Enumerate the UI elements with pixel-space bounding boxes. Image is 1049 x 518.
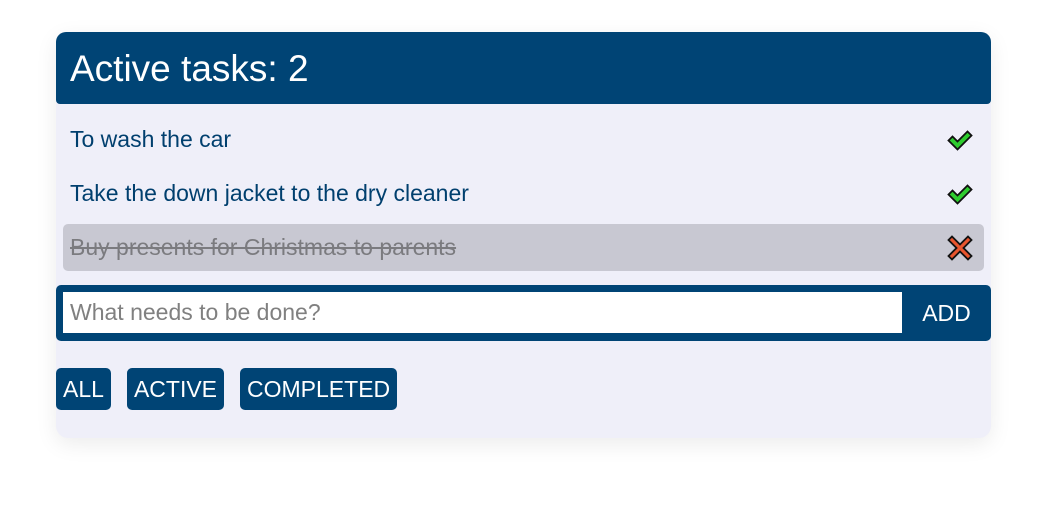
todo-card: Active tasks: 2 To wash the car Take the… — [56, 32, 991, 438]
filter-all-button[interactable]: ALL — [56, 368, 111, 410]
add-task-form: ADD — [56, 285, 991, 341]
task-text: To wash the car — [70, 126, 232, 152]
task-text: Buy presents for Christmas to parents — [70, 234, 457, 260]
header: Active tasks: 2 — [56, 32, 991, 104]
filter-active-button[interactable]: ACTIVE — [126, 368, 225, 410]
new-task-input[interactable] — [63, 292, 902, 333]
add-button[interactable]: ADD — [902, 285, 991, 341]
check-icon[interactable] — [946, 126, 974, 154]
filter-bar: ALL ACTIVE COMPLETED — [56, 368, 398, 410]
task-item-completed: Buy presents for Christmas to parents — [63, 224, 984, 271]
task-text: Take the down jacket to the dry cleaner — [70, 180, 469, 206]
filter-completed-button[interactable]: COMPLETED — [240, 368, 398, 410]
page-title: Active tasks: 2 — [70, 47, 309, 89]
cross-icon[interactable] — [946, 234, 974, 262]
check-icon[interactable] — [946, 180, 974, 208]
task-item: Take the down jacket to the dry cleaner — [63, 170, 984, 217]
task-list: To wash the car Take the down jacket to … — [63, 116, 984, 278]
task-item: To wash the car — [63, 116, 984, 163]
